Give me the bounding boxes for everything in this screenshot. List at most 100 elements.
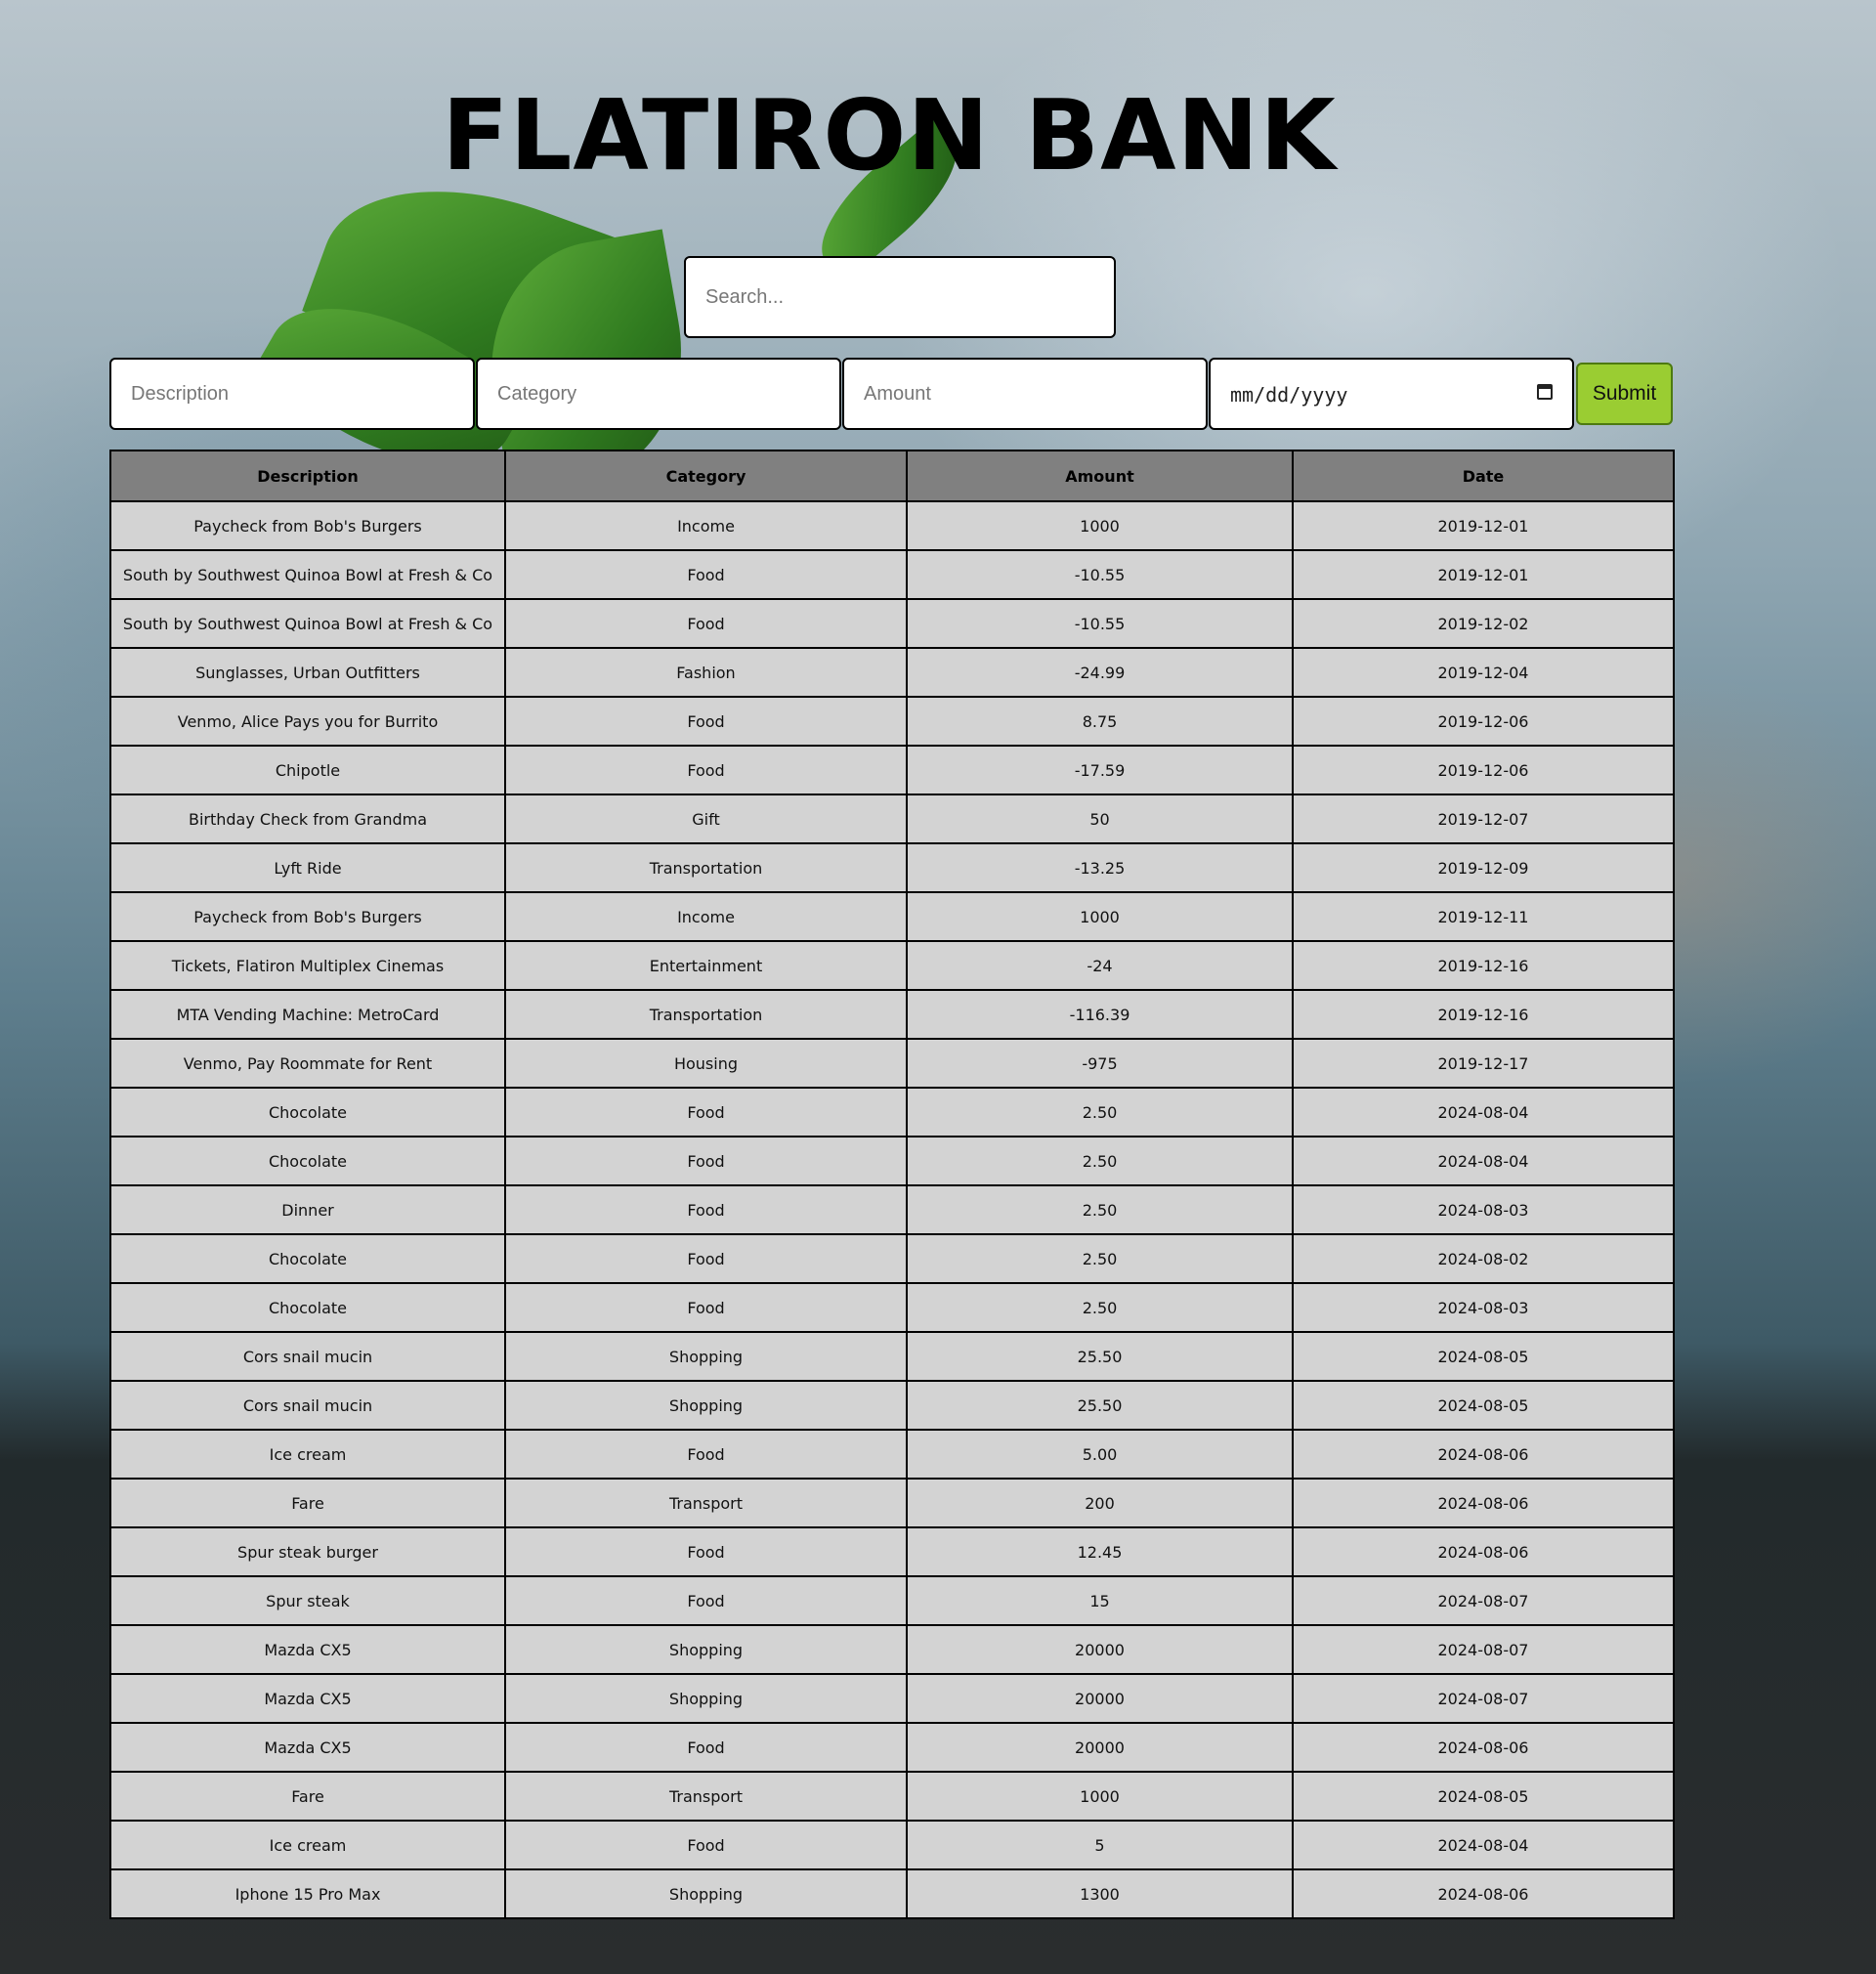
description-input[interactable] xyxy=(109,358,475,430)
amount-cell: 1000 xyxy=(906,500,1294,551)
table-row: Cors snail mucin Shopping 25.50 2024-08-05 xyxy=(109,1331,1675,1382)
category-cell: Food xyxy=(504,1722,908,1773)
amount-cell: 1300 xyxy=(906,1868,1294,1919)
date-cell: 2019-12-02 xyxy=(1292,598,1675,649)
category-cell: Income xyxy=(504,891,908,942)
submit-button[interactable]: Submit xyxy=(1576,363,1673,425)
amount-cell: 25.50 xyxy=(906,1331,1294,1382)
description-cell: South by Southwest Quinoa Bowl at Fresh … xyxy=(109,598,506,649)
amount-cell: 1000 xyxy=(906,1771,1294,1822)
date-cell: 2019-12-04 xyxy=(1292,647,1675,698)
transactions-table: Description Category Amount Date Paychec… xyxy=(109,450,1675,1919)
description-cell: Fare xyxy=(109,1478,506,1528)
date-cell: 2019-12-11 xyxy=(1292,891,1675,942)
category-cell: Food xyxy=(504,1184,908,1235)
date-cell: 2024-08-07 xyxy=(1292,1624,1675,1675)
table-row: South by Southwest Quinoa Bowl at Fresh … xyxy=(109,549,1675,600)
table-row: Paycheck from Bob's Burgers Income 1000 201… xyxy=(109,500,1675,551)
description-cell: Ice cream xyxy=(109,1429,506,1480)
category-cell: Food xyxy=(504,745,908,795)
amount-cell: 5 xyxy=(906,1820,1294,1870)
category-cell: Housing xyxy=(504,1038,908,1089)
category-cell: Food xyxy=(504,1526,908,1577)
amount-cell: -24.99 xyxy=(906,647,1294,698)
amount-cell: 2.50 xyxy=(906,1233,1294,1284)
date-cell: 2024-08-05 xyxy=(1292,1380,1675,1431)
date-cell: 2024-08-04 xyxy=(1292,1820,1675,1870)
amount-input[interactable] xyxy=(842,358,1208,430)
amount-cell: 12.45 xyxy=(906,1526,1294,1577)
add-transaction-form: mm/dd/yyyy Submit xyxy=(109,358,1673,430)
category-cell: Food xyxy=(504,1233,908,1284)
amount-cell: 2.50 xyxy=(906,1282,1294,1333)
date-input[interactable]: mm/dd/yyyy xyxy=(1209,358,1574,430)
category-input[interactable] xyxy=(476,358,841,430)
description-cell: Chocolate xyxy=(109,1282,506,1333)
description-cell: Mazda CX5 xyxy=(109,1624,506,1675)
description-cell: South by Southwest Quinoa Bowl at Fresh … xyxy=(109,549,506,600)
description-cell: Mazda CX5 xyxy=(109,1673,506,1724)
search-input[interactable] xyxy=(684,256,1116,338)
column-header-amount: Amount xyxy=(906,450,1294,502)
amount-cell: 2.50 xyxy=(906,1136,1294,1186)
date-cell: 2019-12-06 xyxy=(1292,696,1675,747)
table-row: Iphone 15 Pro Max Shopping 1300 2024-08-06 xyxy=(109,1868,1675,1919)
amount-cell: -975 xyxy=(906,1038,1294,1089)
description-cell: Chocolate xyxy=(109,1136,506,1186)
amount-cell: 2.50 xyxy=(906,1087,1294,1137)
amount-cell: -10.55 xyxy=(906,598,1294,649)
description-cell: Venmo, Pay Roommate for Rent xyxy=(109,1038,506,1089)
description-cell: Lyft Ride xyxy=(109,842,506,893)
description-cell: Venmo, Alice Pays you for Burrito xyxy=(109,696,506,747)
calendar-icon[interactable] xyxy=(1537,384,1553,400)
table-row: Lyft Ride Transportation -13.25 2019-12-09 xyxy=(109,842,1675,893)
amount-cell: -116.39 xyxy=(906,989,1294,1040)
amount-cell: 200 xyxy=(906,1478,1294,1528)
description-cell: Paycheck from Bob's Burgers xyxy=(109,891,506,942)
description-cell: Iphone 15 Pro Max xyxy=(109,1868,506,1919)
category-cell: Income xyxy=(504,500,908,551)
amount-cell: -13.25 xyxy=(906,842,1294,893)
date-cell: 2019-12-07 xyxy=(1292,794,1675,844)
category-cell: Shopping xyxy=(504,1331,908,1382)
date-cell: 2024-08-06 xyxy=(1292,1429,1675,1480)
table-row: Chocolate Food 2.50 2024-08-03 xyxy=(109,1282,1675,1333)
description-cell: Paycheck from Bob's Burgers xyxy=(109,500,506,551)
date-cell: 2024-08-05 xyxy=(1292,1771,1675,1822)
category-cell: Food xyxy=(504,1429,908,1480)
category-cell: Food xyxy=(504,1820,908,1870)
description-cell: Spur steak burger xyxy=(109,1526,506,1577)
table-row: Chipotle Food -17.59 2019-12-06 xyxy=(109,745,1675,795)
date-cell: 2019-12-01 xyxy=(1292,500,1675,551)
description-cell: MTA Vending Machine: MetroCard xyxy=(109,989,506,1040)
category-cell: Food xyxy=(504,1575,908,1626)
table-row: Chocolate Food 2.50 2024-08-04 xyxy=(109,1087,1675,1137)
date-cell: 2024-08-03 xyxy=(1292,1184,1675,1235)
description-cell: Cors snail mucin xyxy=(109,1331,506,1382)
category-cell: Food xyxy=(504,1282,908,1333)
date-cell: 2019-12-16 xyxy=(1292,989,1675,1040)
date-cell: 2024-08-05 xyxy=(1292,1331,1675,1382)
date-cell: 2024-08-07 xyxy=(1292,1575,1675,1626)
category-cell: Transport xyxy=(504,1771,908,1822)
date-cell: 2024-08-06 xyxy=(1292,1868,1675,1919)
page-title: FLATIRON BANK xyxy=(442,78,1337,193)
amount-cell: 1000 xyxy=(906,891,1294,942)
amount-cell: 20000 xyxy=(906,1673,1294,1724)
description-cell: Chipotle xyxy=(109,745,506,795)
table-row: Spur steak Food 15 2024-08-07 xyxy=(109,1575,1675,1626)
table-row: Spur steak burger Food 12.45 2024-08-06 xyxy=(109,1526,1675,1577)
date-cell: 2024-08-06 xyxy=(1292,1478,1675,1528)
table-row: Sunglasses, Urban Outfitters Fashion -24.9… xyxy=(109,647,1675,698)
table-row: Ice cream Food 5 2024-08-04 xyxy=(109,1820,1675,1870)
date-cell: 2019-12-06 xyxy=(1292,745,1675,795)
date-cell: 2024-08-06 xyxy=(1292,1526,1675,1577)
amount-cell: 50 xyxy=(906,794,1294,844)
description-cell: Mazda CX5 xyxy=(109,1722,506,1773)
description-cell: Cors snail mucin xyxy=(109,1380,506,1431)
description-cell: Fare xyxy=(109,1771,506,1822)
table-row: Fare Transport 1000 2024-08-05 xyxy=(109,1771,1675,1822)
category-cell: Food xyxy=(504,598,908,649)
column-header-category: Category xyxy=(504,450,908,502)
description-cell: Spur steak xyxy=(109,1575,506,1626)
